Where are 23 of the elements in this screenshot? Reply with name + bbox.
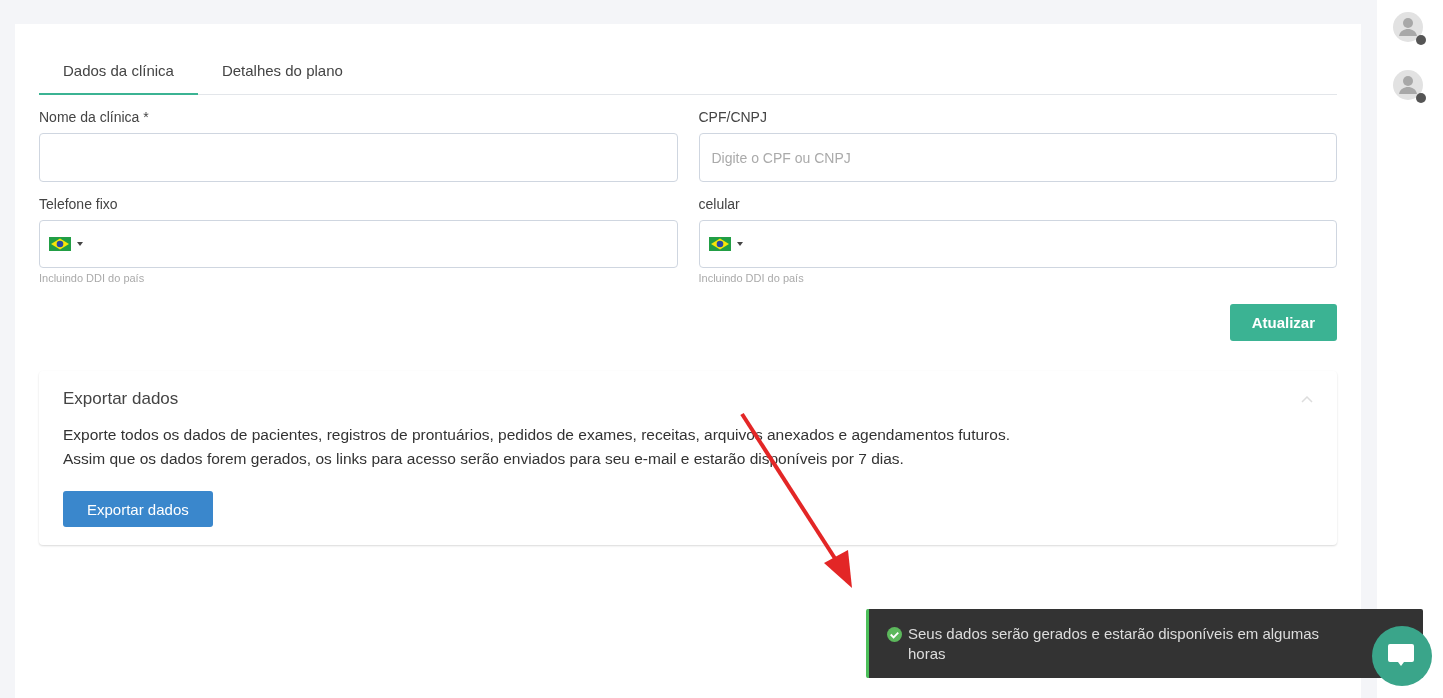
tab[interactable]: Detalhes do plano [197, 52, 367, 95]
field-hint: Incluindo DDI do país [39, 272, 146, 284]
caret-icon [77, 242, 83, 246]
export-button[interactable]: Exportar dados [63, 491, 213, 527]
input-field[interactable]: Digite o CPF ou CNPJ [698, 133, 1337, 182]
chevron-icon[interactable] [1301, 395, 1313, 403]
panel-title: Exportar dados [63, 389, 179, 409]
input-field[interactable] [39, 133, 678, 182]
tab[interactable]: Dados da clínica [39, 52, 198, 95]
avatar-icon[interactable] [1393, 70, 1427, 104]
brazil-flag-icon [49, 237, 71, 251]
check-icon [887, 627, 902, 642]
caret-icon [736, 242, 743, 246]
phone-input-field[interactable] [39, 220, 678, 268]
field-label: Telefone fixo [39, 196, 119, 212]
toast-message: Seus dados serão gerados e estarão disponíveis em algumas horas [908, 624, 1321, 664]
field-label: Nome da clínica * [39, 109, 150, 125]
phone-input-field[interactable] [698, 220, 1337, 268]
avatar-icon[interactable] [1393, 12, 1427, 46]
brazil-flag-icon [708, 237, 731, 251]
field-hint: Incluindo DDI do país [698, 272, 805, 284]
field-label: celular [698, 196, 741, 212]
field-label: CPF/CNPJ [698, 109, 768, 125]
